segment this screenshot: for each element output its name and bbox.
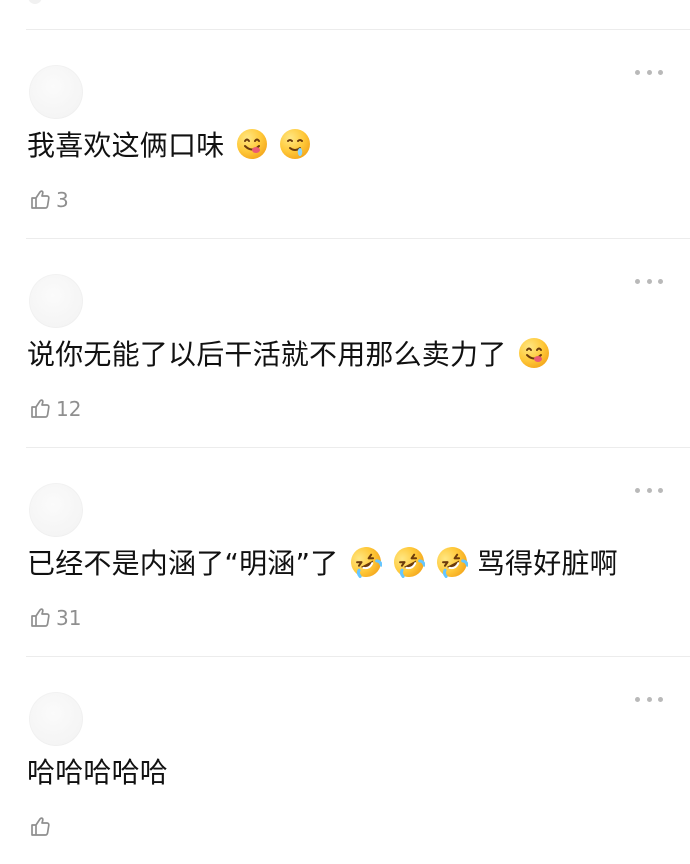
like-count: 31 [56, 606, 82, 630]
more-dot-icon [635, 278, 640, 284]
avatar[interactable] [29, 483, 83, 537]
comment-text-suffix: 骂得好脏啊 [476, 547, 618, 580]
thumbs-up-icon [31, 190, 50, 209]
more-dot-icon [658, 278, 663, 284]
comment-text-body: 哈哈哈哈哈 [27, 756, 169, 789]
rolling-on-floor-laughing-icon [393, 547, 425, 578]
more-dot-icon [646, 696, 652, 702]
more-dot-icon [635, 487, 640, 493]
more-dot-icon [658, 696, 663, 702]
comment-text: 已经不是内涵了“明涵”了 骂得好脏啊 [27, 544, 618, 584]
comment-text: 我喜欢这俩口味 [27, 126, 311, 166]
more-options-button[interactable] [635, 67, 663, 77]
drooling-face-icon [279, 129, 310, 159]
more-options-button[interactable] [635, 694, 663, 704]
more-dot-icon [646, 69, 652, 75]
thumbs-up-icon [31, 817, 50, 836]
comment-text-body: 我喜欢这俩口味 [27, 129, 225, 162]
comment-text-body: 说你无能了以后干活就不用那么卖力了 [27, 338, 507, 371]
rolling-on-floor-laughing-icon [436, 547, 468, 578]
more-dot-icon [635, 696, 640, 702]
like-count: 3 [56, 188, 69, 212]
thumbs-up-icon [31, 399, 50, 418]
top-fade [0, 0, 690, 8]
like-count: 12 [56, 397, 82, 421]
comment-item: 哈哈哈哈哈 [0, 656, 690, 864]
like-button[interactable] [28, 812, 56, 842]
more-options-button[interactable] [635, 276, 663, 286]
avatar[interactable] [29, 274, 83, 328]
more-dot-icon [646, 278, 652, 284]
comment-text-prefix: 已经不是内涵了“明涵”了 [27, 547, 339, 580]
avatar[interactable] [29, 65, 83, 119]
avatar[interactable] [29, 692, 83, 746]
yum-face-icon [236, 129, 267, 159]
more-options-button[interactable] [635, 485, 663, 495]
more-dot-icon [635, 69, 640, 75]
rolling-on-floor-laughing-icon [350, 547, 382, 578]
like-button[interactable]: 3 [28, 185, 69, 215]
thumbs-up-icon [31, 608, 50, 627]
like-button[interactable]: 12 [28, 394, 81, 424]
comment-text: 说你无能了以后干活就不用那么卖力了 [27, 335, 550, 375]
more-dot-icon [658, 487, 663, 493]
comment-item: 我喜欢这俩口味 3 [0, 29, 690, 237]
comment-item: 已经不是内涵了“明涵”了 骂得好脏啊 31 [0, 447, 690, 655]
like-button[interactable]: 31 [28, 603, 81, 633]
comment-text: 哈哈哈哈哈 [27, 753, 168, 793]
more-dot-icon [658, 69, 663, 75]
yum-face-icon [518, 338, 549, 368]
more-dot-icon [646, 487, 652, 493]
comment-item: 说你无能了以后干活就不用那么卖力了 12 [0, 238, 690, 446]
